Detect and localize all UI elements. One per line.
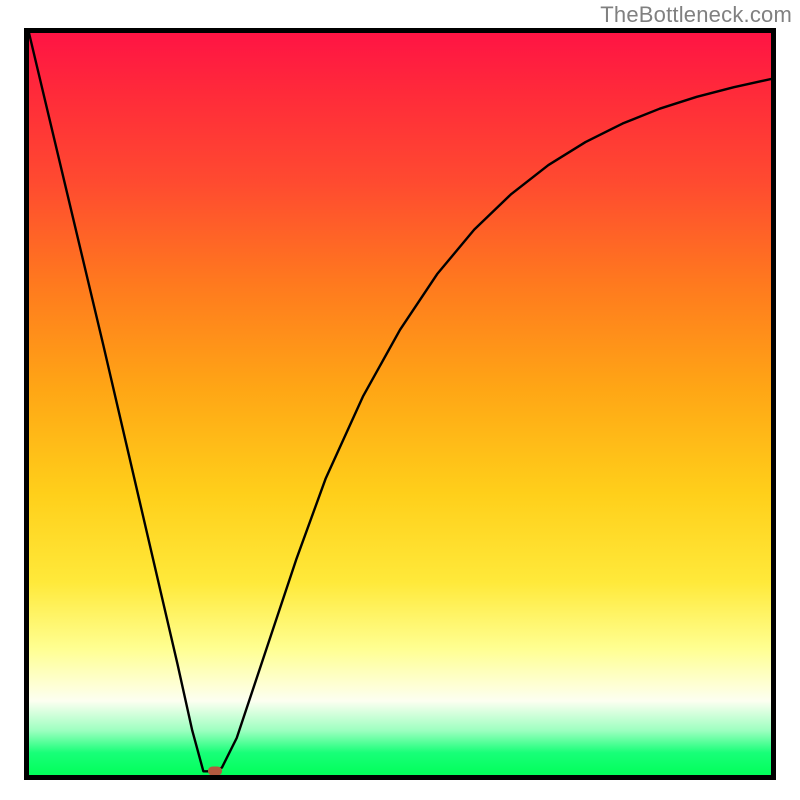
optimum-marker xyxy=(208,767,222,775)
chart-frame: TheBottleneck.com xyxy=(0,0,800,800)
watermark-text: TheBottleneck.com xyxy=(600,2,792,28)
plot-border xyxy=(24,28,776,780)
plot-area xyxy=(29,33,771,775)
bottleneck-curve xyxy=(29,33,771,775)
